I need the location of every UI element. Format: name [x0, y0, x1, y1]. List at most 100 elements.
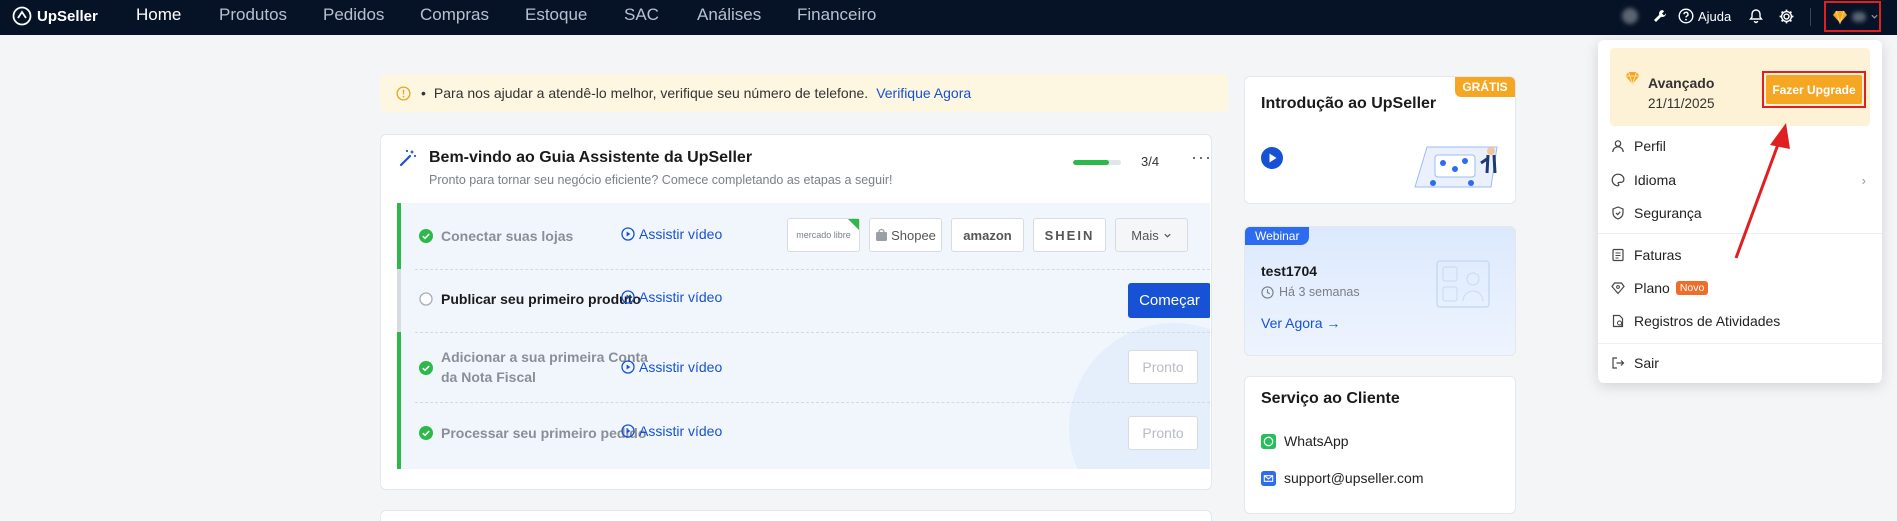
username-blurred [1852, 11, 1866, 22]
play-circle-icon [621, 290, 635, 304]
webinar-title: test1704 [1261, 263, 1318, 279]
info-icon [396, 85, 411, 101]
customer-service-card: Serviço ao Cliente WhatsApp support@upse… [1244, 376, 1516, 514]
store-mercado-libre[interactable]: mercado libre [787, 218, 860, 252]
nav-compras[interactable]: Compras [420, 0, 489, 35]
alert-bullet: • [421, 85, 426, 101]
webinar-time-label: Há 3 semanas [1279, 285, 1360, 299]
more-stores-button[interactable]: Mais [1115, 218, 1188, 252]
upseller-logo[interactable]: UpSeller [12, 6, 98, 26]
watch-video-label: Assistir vídeo [639, 423, 723, 439]
palette-icon [1611, 173, 1625, 187]
upgrade-highlight: Fazer Upgrade [1762, 71, 1866, 108]
bell-icon[interactable] [1746, 6, 1766, 26]
logo-text: UpSeller [37, 7, 98, 25]
guide-steps: Conectar suas lojas Assistir vídeo merca… [397, 203, 1210, 469]
shield-icon [1612, 206, 1624, 220]
whatsapp-link[interactable]: WhatsApp [1261, 433, 1349, 449]
diamond-plan-icon [1833, 10, 1847, 25]
alert-message: Para nos ajudar a atendê-lo melhor, veri… [433, 85, 869, 101]
check-circle-icon [419, 361, 433, 375]
annotation-arrow-icon [1734, 123, 1790, 259]
help-icon [1678, 8, 1694, 24]
nav-sac[interactable]: SAC [624, 0, 659, 35]
plan-name: Avançado [1648, 75, 1715, 91]
guide-subtitle: Pronto para tornar seu negócio eficiente… [429, 173, 893, 187]
menu-logout[interactable]: Sair [1610, 351, 1870, 375]
webinar-illustration [1436, 260, 1490, 308]
help-button[interactable]: Ajuda [1678, 6, 1731, 26]
menu-label: Perfil [1634, 138, 1666, 154]
menu-label: Segurança [1634, 205, 1702, 221]
user-icon [1612, 140, 1624, 153]
user-switch-icon[interactable] [1620, 6, 1640, 26]
menu-divider [1598, 343, 1882, 344]
nav-estoque[interactable]: Estoque [525, 0, 587, 35]
step-label: Processar seu primeiro pedido [441, 425, 647, 441]
shopee-bag-icon [876, 228, 888, 241]
menu-label: Plano [1634, 280, 1670, 296]
empty-circle-icon [419, 292, 433, 306]
step-add-invoice-account: Adicionar a sua primeira Conta da Nota F… [397, 332, 1210, 402]
check-circle-icon [419, 426, 433, 440]
account-menu-trigger[interactable] [1824, 1, 1881, 32]
step-label-line2: da Nota Fiscal [441, 369, 536, 385]
menu-label: Faturas [1634, 247, 1682, 263]
done-button[interactable]: Pronto [1128, 350, 1198, 384]
play-circle-icon [621, 227, 635, 241]
log-file-icon [1612, 314, 1624, 328]
step-process-order: Processar seu primeiro pedido Assistir v… [397, 402, 1210, 469]
done-button[interactable]: Pronto [1128, 416, 1198, 450]
nav-home[interactable]: Home [136, 0, 181, 35]
upgrade-button[interactable]: Fazer Upgrade [1766, 75, 1862, 104]
connected-corner-badge [848, 219, 859, 230]
gear-icon[interactable] [1776, 6, 1796, 26]
menu-plan[interactable]: Plano Novo [1610, 276, 1870, 300]
watch-video-link[interactable]: Assistir vídeo [621, 359, 722, 375]
guide-title: Bem-vindo ao Guia Assistente da UpSeller [429, 149, 753, 166]
setup-guide-card: Bem-vindo ao Guia Assistente da UpSeller… [380, 134, 1212, 490]
check-circle-icon [419, 229, 433, 243]
free-badge: GRÁTIS [1455, 77, 1515, 97]
nav-financeiro[interactable]: Financeiro [797, 0, 876, 35]
intro-card[interactable]: Introdução ao UpSeller GRÁTIS [1244, 76, 1516, 204]
support-email-link[interactable]: support@upseller.com [1261, 470, 1424, 486]
help-label: Ajuda [1698, 8, 1732, 24]
webinar-tag: Webinar [1245, 227, 1310, 245]
nav-analises[interactable]: Análises [697, 0, 761, 35]
start-button[interactable]: Começar [1128, 283, 1210, 318]
diamond-outline-icon [1611, 282, 1625, 295]
nav-pedidos[interactable]: Pedidos [323, 0, 384, 35]
menu-activity-logs[interactable]: Registros de Atividades [1610, 309, 1870, 333]
wrench-icon[interactable] [1650, 6, 1670, 26]
step-connect-stores: Conectar suas lojas Assistir vídeo merca… [397, 203, 1210, 269]
guide-progress-bar [1073, 160, 1121, 165]
phone-verify-alert: • Para nos ajudar a atendê-lo melhor, ve… [380, 74, 1228, 112]
watch-video-link[interactable]: Assistir vídeo [621, 289, 722, 305]
verify-now-link[interactable]: Verifique Agora [876, 85, 971, 101]
store-amazon[interactable]: amazon [951, 218, 1024, 252]
watch-video-label: Assistir vídeo [639, 226, 723, 242]
watch-video-link[interactable]: Assistir vídeo [621, 423, 722, 439]
webinar-card[interactable]: Webinar test1704 Há 3 semanas Ver Agora … [1244, 226, 1516, 356]
upseller-logo-icon [12, 6, 32, 26]
step-label: Publicar seu primeiro produto [441, 291, 641, 307]
step-label: Conectar suas lojas [441, 228, 574, 244]
watch-video-label: Assistir vídeo [639, 289, 723, 305]
invoice-icon [1612, 248, 1624, 262]
store-shein[interactable]: SHEIN [1033, 218, 1106, 252]
more-stores-label: Mais [1131, 227, 1159, 243]
top-navbar: UpSeller Home Produtos Pedidos Compras E… [0, 0, 1897, 35]
nav-produtos[interactable]: Produtos [219, 0, 287, 35]
plan-expiry-date: 21/11/2025 [1648, 96, 1715, 111]
store-shopee[interactable]: Shopee [869, 218, 942, 252]
more-options-icon[interactable]: ··· [1191, 147, 1212, 168]
webinar-time: Há 3 semanas [1261, 285, 1360, 299]
shopee-logo: Shopee [891, 227, 936, 243]
diamond-icon [1625, 71, 1640, 86]
play-video-icon[interactable] [1261, 147, 1283, 169]
magic-wand-icon [399, 150, 416, 167]
intro-title: Introdução ao UpSeller [1261, 95, 1437, 112]
watch-video-link[interactable]: Assistir vídeo [621, 226, 722, 242]
watch-now-link[interactable]: Ver Agora → [1261, 315, 1340, 331]
